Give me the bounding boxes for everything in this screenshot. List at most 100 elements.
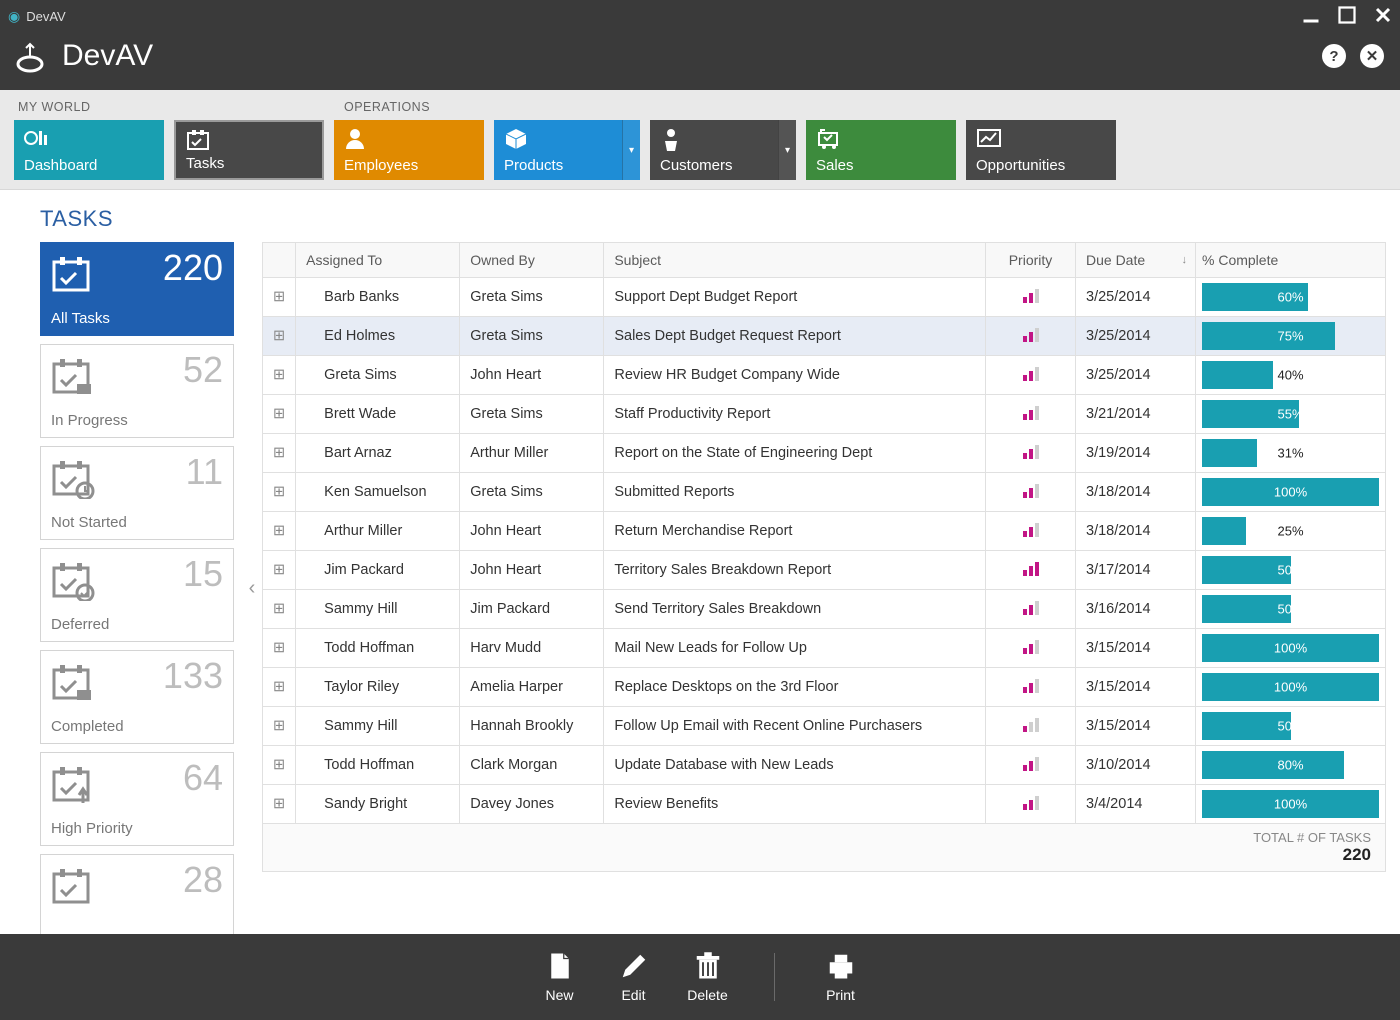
expand-toggle[interactable]: ⊞: [263, 473, 296, 512]
app-logo: DevAV: [16, 38, 153, 74]
col-assigned[interactable]: Assigned To: [296, 243, 460, 278]
help-button[interactable]: ?: [1322, 44, 1346, 68]
table-row[interactable]: ⊞ Sandy Bright Davey Jones Review Benefi…: [263, 785, 1386, 824]
nav-employees[interactable]: Employees: [334, 120, 484, 180]
nav-customers[interactable]: Customers: [650, 120, 778, 180]
sidebar: 220 All Tasks 52 In Progress 11 Not Star…: [0, 242, 242, 934]
cell-owned: Arthur Miller: [460, 434, 604, 473]
cell-subject: Review Benefits: [604, 785, 986, 824]
table-row[interactable]: ⊞ Bart Arnaz Arthur Miller Report on the…: [263, 434, 1386, 473]
nav-sales[interactable]: Sales: [806, 120, 956, 180]
sort-desc-icon: ↓: [1182, 254, 1188, 266]
cell-due: 3/10/2014: [1076, 746, 1196, 785]
sidebar-item-high-priority[interactable]: 64 High Priority: [40, 752, 234, 846]
table-row[interactable]: ⊞ Ken Samuelson Greta Sims Submitted Rep…: [263, 473, 1386, 512]
expand-toggle[interactable]: ⊞: [263, 629, 296, 668]
close-button[interactable]: [1374, 6, 1392, 24]
expand-toggle[interactable]: ⊞: [263, 434, 296, 473]
grid-footer: TOTAL # OF TASKS 220: [262, 824, 1386, 872]
cell-due: 3/18/2014: [1076, 512, 1196, 551]
table-row[interactable]: ⊞ Brett Wade Greta Sims Staff Productivi…: [263, 395, 1386, 434]
col-expand[interactable]: [263, 243, 296, 278]
expand-toggle[interactable]: ⊞: [263, 590, 296, 629]
expand-toggle[interactable]: ⊞: [263, 512, 296, 551]
cell-assigned: Todd Hoffman: [296, 629, 460, 668]
delete-button[interactable]: Delete: [678, 951, 738, 1003]
app-close-button[interactable]: ✕: [1360, 44, 1384, 68]
cell-assigned: Ken Samuelson: [296, 473, 460, 512]
cell-due: 3/4/2014: [1076, 785, 1196, 824]
table-row[interactable]: ⊞ Barb Banks Greta Sims Support Dept Bud…: [263, 278, 1386, 317]
sidebar-item-in-progress[interactable]: 52 In Progress: [40, 344, 234, 438]
opportunities-icon: [976, 127, 1106, 149]
chevron-down-icon: ▾: [785, 145, 790, 156]
cell-pct: 100%: [1196, 785, 1386, 824]
priority-icon: [1023, 755, 1039, 771]
cell-assigned: Bart Arnaz: [296, 434, 460, 473]
expand-toggle[interactable]: ⊞: [263, 317, 296, 356]
edit-button[interactable]: Edit: [604, 951, 664, 1003]
table-row[interactable]: ⊞ Taylor Riley Amelia Harper Replace Des…: [263, 668, 1386, 707]
expand-toggle[interactable]: ⊞: [263, 278, 296, 317]
table-row[interactable]: ⊞ Sammy Hill Jim Packard Send Territory …: [263, 590, 1386, 629]
new-button[interactable]: New: [530, 951, 590, 1003]
col-subject[interactable]: Subject: [604, 243, 986, 278]
cell-owned: John Heart: [460, 551, 604, 590]
cell-subject: Staff Productivity Report: [604, 395, 986, 434]
cell-owned: Greta Sims: [460, 395, 604, 434]
table-row[interactable]: ⊞ Arthur Miller John Heart Return Mercha…: [263, 512, 1386, 551]
file-icon: [545, 951, 575, 981]
nav-products[interactable]: Products: [494, 120, 622, 180]
cell-due: 3/21/2014: [1076, 395, 1196, 434]
col-priority[interactable]: Priority: [986, 243, 1076, 278]
expand-toggle[interactable]: ⊞: [263, 395, 296, 434]
table-row[interactable]: ⊞ Jim Packard John Heart Territory Sales…: [263, 551, 1386, 590]
expand-toggle[interactable]: ⊞: [263, 356, 296, 395]
expand-toggle[interactable]: ⊞: [263, 746, 296, 785]
nav-products-dropdown[interactable]: ▾: [622, 120, 640, 180]
nav-opportunities[interactable]: Opportunities: [966, 120, 1116, 180]
sidebar-collapse-handle[interactable]: ‹: [242, 242, 262, 934]
page-title: TASKS: [40, 206, 1400, 232]
col-pct-complete[interactable]: % Complete: [1196, 243, 1386, 278]
priority-icon: [1023, 560, 1039, 576]
cell-subject: Sales Dept Budget Request Report: [604, 317, 986, 356]
nav-tasks[interactable]: Tasks: [174, 120, 324, 180]
minimize-button[interactable]: [1302, 6, 1320, 24]
cell-priority: [986, 707, 1076, 746]
sidebar-label: Not Started: [51, 514, 223, 531]
expand-toggle[interactable]: ⊞: [263, 707, 296, 746]
table-row[interactable]: ⊞ Ed Holmes Greta Sims Sales Dept Budget…: [263, 317, 1386, 356]
cell-due: 3/25/2014: [1076, 278, 1196, 317]
table-row[interactable]: ⊞ Todd Hoffman Clark Morgan Update Datab…: [263, 746, 1386, 785]
nav-customers-dropdown[interactable]: ▾: [778, 120, 796, 180]
cell-assigned: Ed Holmes: [296, 317, 460, 356]
table-row[interactable]: ⊞ Todd Hoffman Harv Mudd Mail New Leads …: [263, 629, 1386, 668]
cell-assigned: Sammy Hill: [296, 707, 460, 746]
cell-pct: 100%: [1196, 668, 1386, 707]
cell-priority: [986, 746, 1076, 785]
print-button[interactable]: Print: [811, 951, 871, 1003]
priority-icon: [1023, 794, 1039, 810]
sidebar-item-all-tasks[interactable]: 220 All Tasks: [40, 242, 234, 336]
col-due-date[interactable]: Due Date↓: [1076, 243, 1196, 278]
table-row[interactable]: ⊞ Greta Sims John Heart Review HR Budget…: [263, 356, 1386, 395]
tasks-grid: Assigned To Owned By Subject Priority Du…: [262, 242, 1400, 934]
cell-owned: John Heart: [460, 512, 604, 551]
expand-toggle[interactable]: ⊞: [263, 668, 296, 707]
table-row[interactable]: ⊞ Sammy Hill Hannah Brookly Follow Up Em…: [263, 707, 1386, 746]
sidebar-count: 11: [186, 451, 223, 493]
sidebar-item-completed[interactable]: 133 Completed: [40, 650, 234, 744]
sidebar-item-not-started[interactable]: 11 Not Started: [40, 446, 234, 540]
expand-toggle[interactable]: ⊞: [263, 551, 296, 590]
maximize-button[interactable]: [1338, 6, 1356, 24]
col-owned[interactable]: Owned By: [460, 243, 604, 278]
cell-priority: [986, 278, 1076, 317]
nav-dashboard[interactable]: Dashboard: [14, 120, 164, 180]
cell-subject: Mail New Leads for Follow Up: [604, 629, 986, 668]
cell-priority: [986, 395, 1076, 434]
sidebar-item-deferred[interactable]: 15 Deferred: [40, 548, 234, 642]
expand-toggle[interactable]: ⊞: [263, 785, 296, 824]
priority-icon: [1023, 365, 1039, 381]
sidebar-item-item[interactable]: 28: [40, 854, 234, 934]
